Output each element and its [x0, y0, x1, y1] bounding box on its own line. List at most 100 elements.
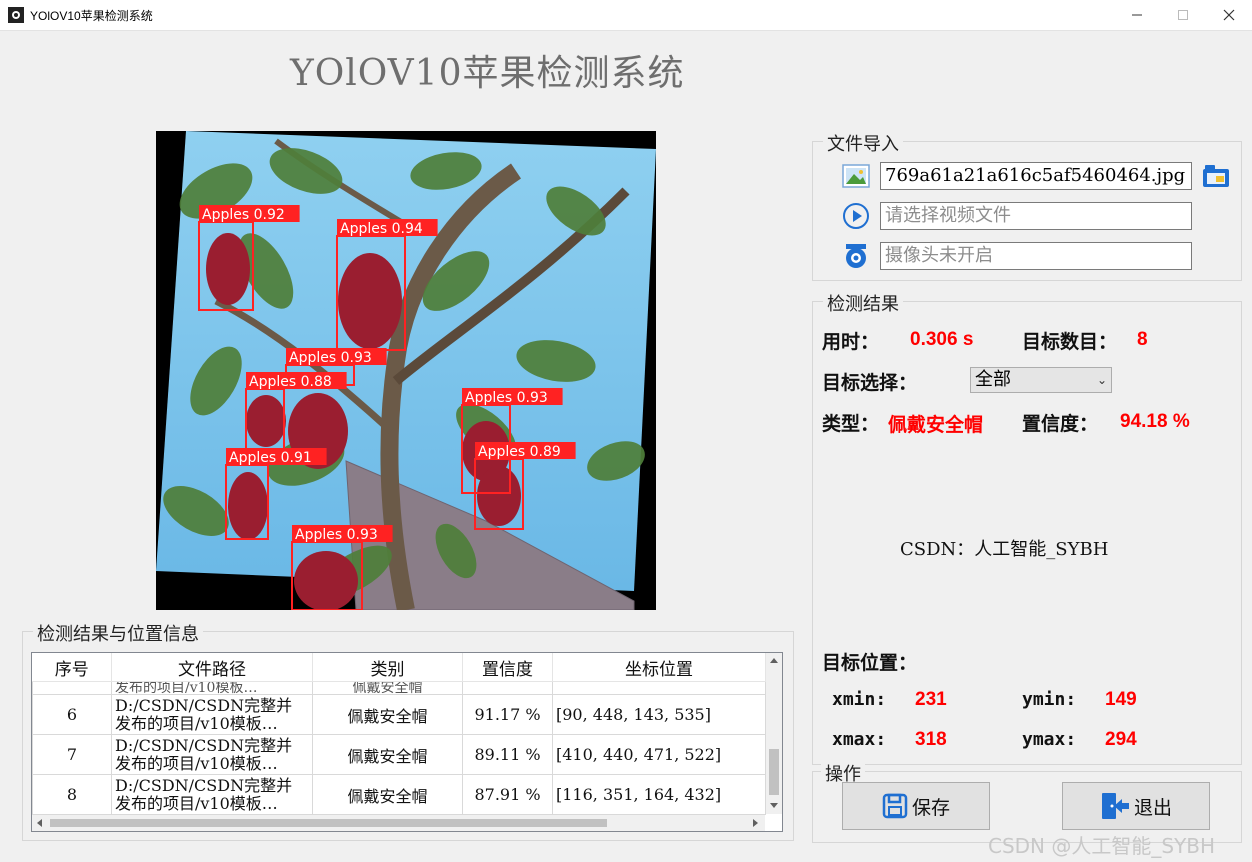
detection-label: Apples 0.92 — [202, 207, 285, 223]
ymin-label: ymin: — [1022, 689, 1077, 710]
app-icon — [8, 7, 24, 23]
cell-confidence: 87.91 % — [462, 774, 553, 815]
detection-label: Apples 0.91 — [229, 450, 312, 466]
video-play-icon[interactable] — [842, 202, 870, 230]
xmin-value: 231 — [915, 689, 947, 710]
cell-coords: [90, 448, 143, 535] — [552, 694, 766, 735]
table-row[interactable]: 7 D:/CSDN/CSDN完整并 发布的项目/v10模板… 佩戴安全帽 89.1… — [32, 734, 766, 775]
horizontal-scrollbar-graphic — [37, 819, 758, 827]
close-icon — [1223, 9, 1235, 21]
chevron-down-icon: ⌄ — [1096, 373, 1107, 387]
cell-index: 8 — [32, 774, 112, 815]
watermark: CSDN @人工智能_SYBH — [988, 834, 1216, 858]
count-label: 目标数目： — [1022, 331, 1118, 353]
maximize-button[interactable] — [1160, 0, 1206, 30]
save-button[interactable]: 保存 — [842, 782, 990, 830]
target-select-value: 全部 — [975, 369, 1011, 390]
xmax-value: 318 — [915, 729, 947, 750]
header-path[interactable]: 文件路径 — [111, 653, 313, 682]
cell-path-line: 发布的项目/v10模板… — [115, 754, 278, 773]
type-label: 类型： — [822, 413, 880, 435]
results-table-grid: 序号 文件路径 类别 置信度 坐标位置 发布的项目/v10模板… 佩戴安全帽 6… — [32, 653, 766, 815]
detection-label: Apples 0.93 — [465, 390, 548, 406]
title-bar: YOlOV10苹果检测系统 — [0, 0, 1252, 31]
page-title: YOlOV10苹果检测系统 — [290, 53, 685, 94]
header-class[interactable]: 类别 — [312, 653, 463, 682]
results-table-title: 检测结果与位置信息 — [33, 620, 203, 646]
horizontal-scrollbar[interactable] — [32, 815, 765, 831]
image-file-icon[interactable] — [842, 162, 870, 190]
cell-confidence: 91.17 % — [462, 694, 553, 735]
author-credit: CSDN：人工智能_SYBH — [900, 539, 1109, 560]
video-file-input[interactable]: 请选择视频文件 — [880, 202, 1192, 230]
target-select-label: 目标选择： — [822, 372, 918, 394]
vertical-scrollbar-graphic — [769, 658, 779, 808]
cell-index — [32, 681, 112, 695]
time-value: 0.306 s — [910, 329, 974, 350]
table-row[interactable]: 6 D:/CSDN/CSDN完整并 发布的项目/v10模板… 佩戴安全帽 91.1… — [32, 694, 766, 735]
cell-confidence — [462, 681, 553, 695]
cell-class: 佩戴安全帽 — [312, 774, 463, 815]
count-value: 8 — [1137, 329, 1148, 350]
detection-image: Apples 0.92 Apples 0.94 Apples 0.93 Apples … — [156, 131, 656, 610]
camera-icon[interactable] — [842, 242, 870, 270]
minimize-icon — [1132, 14, 1142, 16]
ymax-value: 294 — [1105, 729, 1137, 750]
cell-path: D:/CSDN/CSDN完整并 发布的项目/v10模板… — [111, 734, 313, 775]
cell-index: 6 — [32, 694, 112, 735]
cell-path-line: 发布的项目/v10模板… — [115, 794, 278, 813]
cell-class: 佩戴安全帽 — [312, 734, 463, 775]
detection-label: Apples 0.88 — [249, 374, 332, 390]
cell-path: D:/CSDN/CSDN完整并 发布的项目/v10模板… — [111, 694, 313, 735]
exit-icon — [1101, 793, 1129, 819]
results-title: 检测结果 — [823, 290, 903, 316]
detection-label: Apples 0.93 — [295, 527, 378, 543]
file-import-title: 文件导入 — [823, 130, 903, 156]
cell-coords: [116, 351, 164, 432] — [552, 774, 766, 815]
xmax-label: xmax: — [832, 729, 887, 750]
header-index[interactable]: 序号 — [32, 653, 112, 682]
confidence-value: 94.18 % — [1120, 411, 1190, 432]
table-row[interactable]: 发布的项目/v10模板… 佩戴安全帽 — [32, 681, 766, 695]
table-row[interactable]: 8 D:/CSDN/CSDN完整并 发布的项目/v10模板… 佩戴安全帽 87.9… — [32, 774, 766, 815]
cell-coords: [410, 440, 471, 522] — [552, 734, 766, 775]
cell-path-line: 发布的项目/v10模板… — [115, 714, 278, 733]
exit-button[interactable]: 退出 — [1062, 782, 1210, 830]
detection-label: Apples 0.89 — [478, 444, 561, 460]
save-icon — [882, 793, 908, 819]
detection-label: Apples 0.94 — [340, 221, 423, 237]
cell-path-line: D:/CSDN/CSDN完整并 — [115, 736, 293, 755]
cell-path-line: D:/CSDN/CSDN完整并 — [115, 776, 293, 795]
time-label: 用时： — [822, 331, 880, 353]
type-value: 佩戴安全帽 — [888, 414, 984, 436]
detection-canvas: Apples 0.92 Apples 0.94 Apples 0.93 Apples … — [156, 131, 656, 610]
camera-input[interactable]: 摄像头未开启 — [880, 242, 1192, 270]
image-file-input[interactable]: 769a61a21a616c5af5460464.jpg — [880, 162, 1192, 190]
header-confidence[interactable]: 置信度 — [462, 653, 553, 682]
minimize-button[interactable] — [1114, 0, 1160, 30]
table-header-row: 序号 文件路径 类别 置信度 坐标位置 — [32, 653, 766, 682]
ymin-value: 149 — [1105, 689, 1137, 710]
ymax-label: ymax: — [1022, 729, 1077, 750]
target-position-label: 目标位置： — [822, 652, 918, 674]
maximize-icon — [1178, 10, 1188, 20]
cell-path-line: D:/CSDN/CSDN完整并 — [115, 696, 293, 715]
cell-coords — [552, 681, 766, 695]
cell-path: D:/CSDN/CSDN完整并 发布的项目/v10模板… — [111, 774, 313, 815]
vertical-scrollbar[interactable] — [766, 653, 782, 814]
cell-confidence: 89.11 % — [462, 734, 553, 775]
cell-class: 佩戴安全帽 — [312, 694, 463, 735]
exit-label: 退出 — [1133, 796, 1172, 819]
detection-label: Apples 0.93 — [289, 350, 372, 366]
target-select[interactable]: 全部 ⌄ — [970, 367, 1112, 393]
folder-open-icon[interactable] — [1201, 161, 1231, 191]
cell-index: 7 — [32, 734, 112, 775]
header-coords[interactable]: 坐标位置 — [552, 653, 766, 682]
results-table[interactable]: 序号 文件路径 类别 置信度 坐标位置 发布的项目/v10模板… 佩戴安全帽 6… — [31, 652, 783, 832]
xmin-label: xmin: — [832, 689, 887, 710]
confidence-label: 置信度： — [1022, 413, 1099, 435]
close-button[interactable] — [1206, 0, 1252, 30]
cell-class: 佩戴安全帽 — [312, 681, 463, 695]
save-label: 保存 — [911, 796, 950, 819]
cell-path: 发布的项目/v10模板… — [111, 681, 313, 695]
